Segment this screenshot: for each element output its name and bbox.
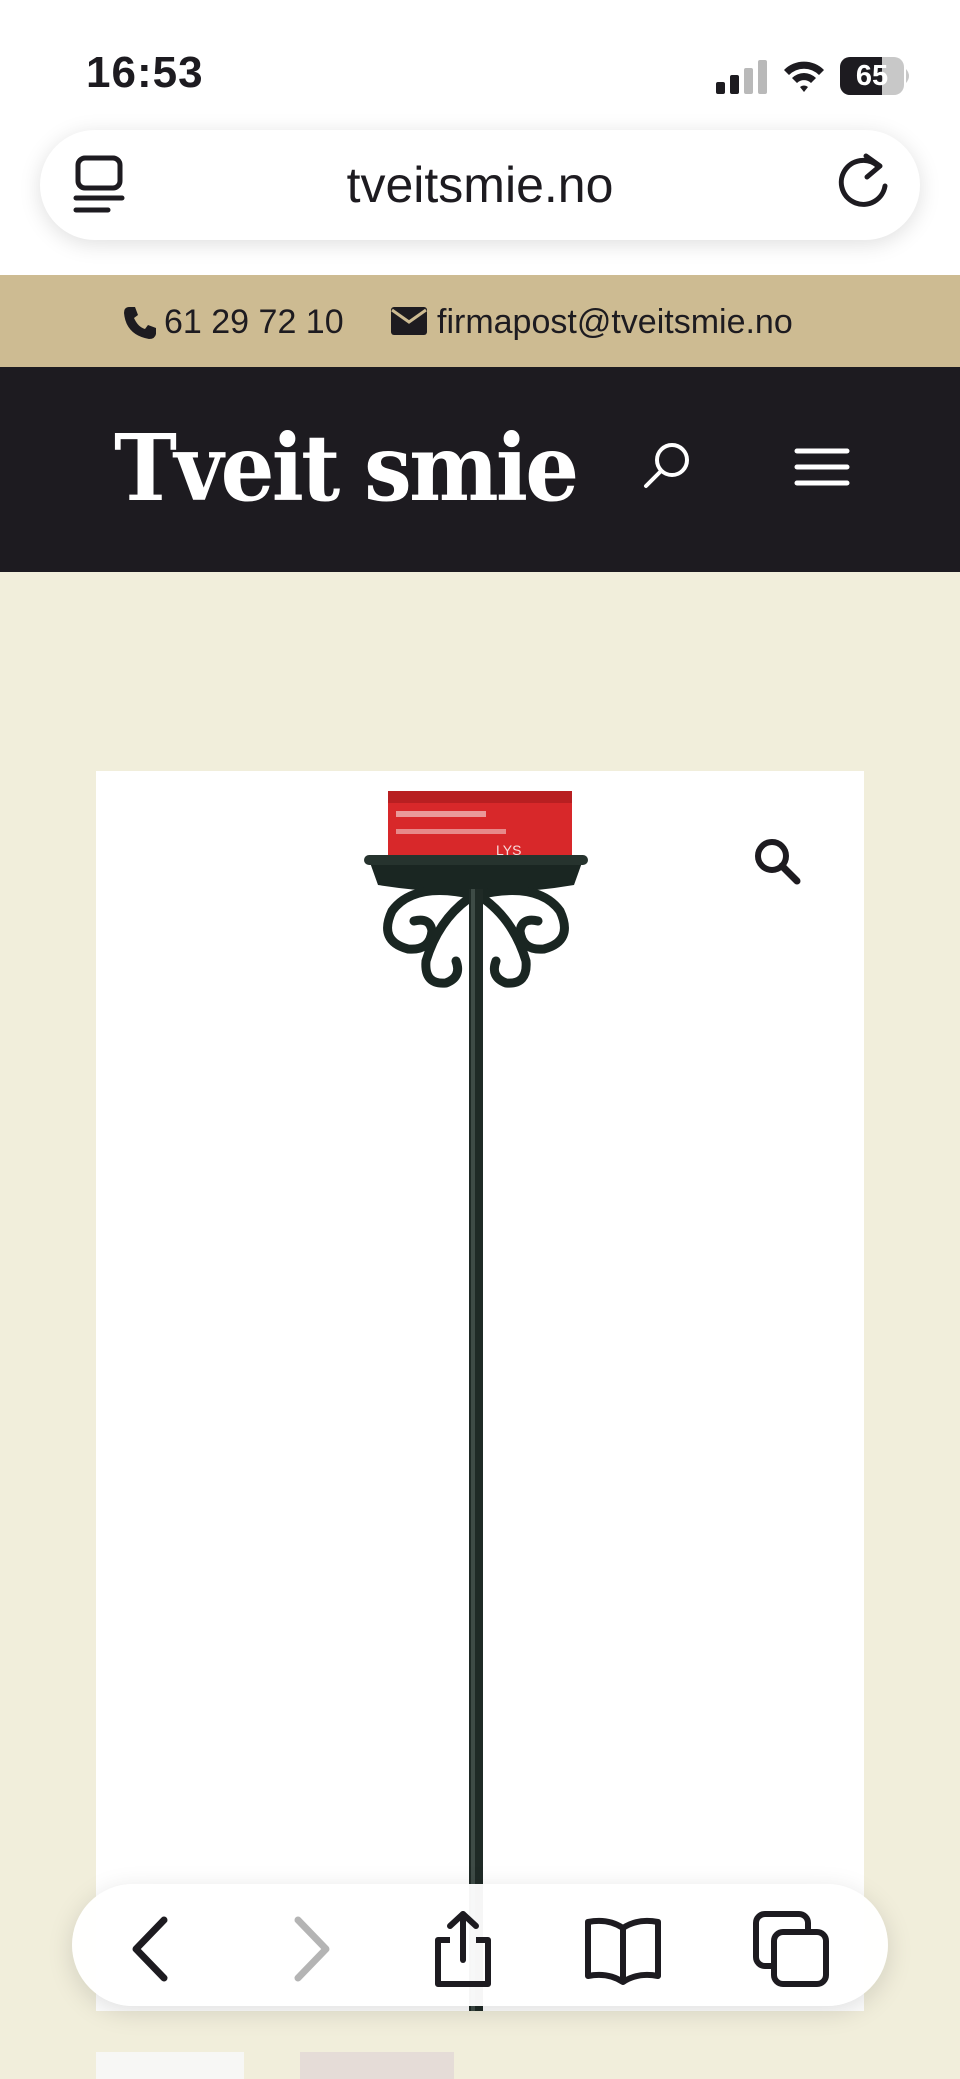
phone-icon: [124, 307, 156, 339]
product-thumbnail[interactable]: [300, 2052, 454, 2079]
wifi-icon: [784, 61, 824, 92]
hamburger-menu-icon[interactable]: [794, 446, 850, 488]
cellular-signal-icon: [716, 60, 767, 94]
search-icon[interactable]: [642, 440, 692, 490]
site-logo[interactable]: Tveit smie: [114, 408, 579, 528]
contact-phone[interactable]: 61 29 72 10: [164, 300, 344, 344]
battery-level: 65: [855, 60, 889, 92]
product-image[interactable]: LYS: [96, 771, 864, 2011]
back-icon[interactable]: [112, 1910, 190, 1988]
share-icon[interactable]: [424, 1910, 502, 1988]
bookmarks-icon[interactable]: [584, 1910, 662, 1988]
url-text[interactable]: tveitsmie.no: [200, 153, 760, 217]
tabs-overview-icon[interactable]: [72, 154, 128, 216]
contact-email[interactable]: firmapost@tveitsmie.no: [437, 300, 793, 344]
reload-icon[interactable]: [832, 150, 894, 214]
magnifier-icon[interactable]: [752, 836, 802, 886]
forward-icon[interactable]: [272, 1910, 350, 1988]
tabs-icon[interactable]: [752, 1910, 830, 1988]
product-thumbnail[interactable]: [96, 2052, 244, 2079]
status-time: 16:53: [86, 48, 204, 97]
mail-icon: [391, 307, 427, 335]
candle-holder-illustration: LYS: [364, 791, 588, 2011]
